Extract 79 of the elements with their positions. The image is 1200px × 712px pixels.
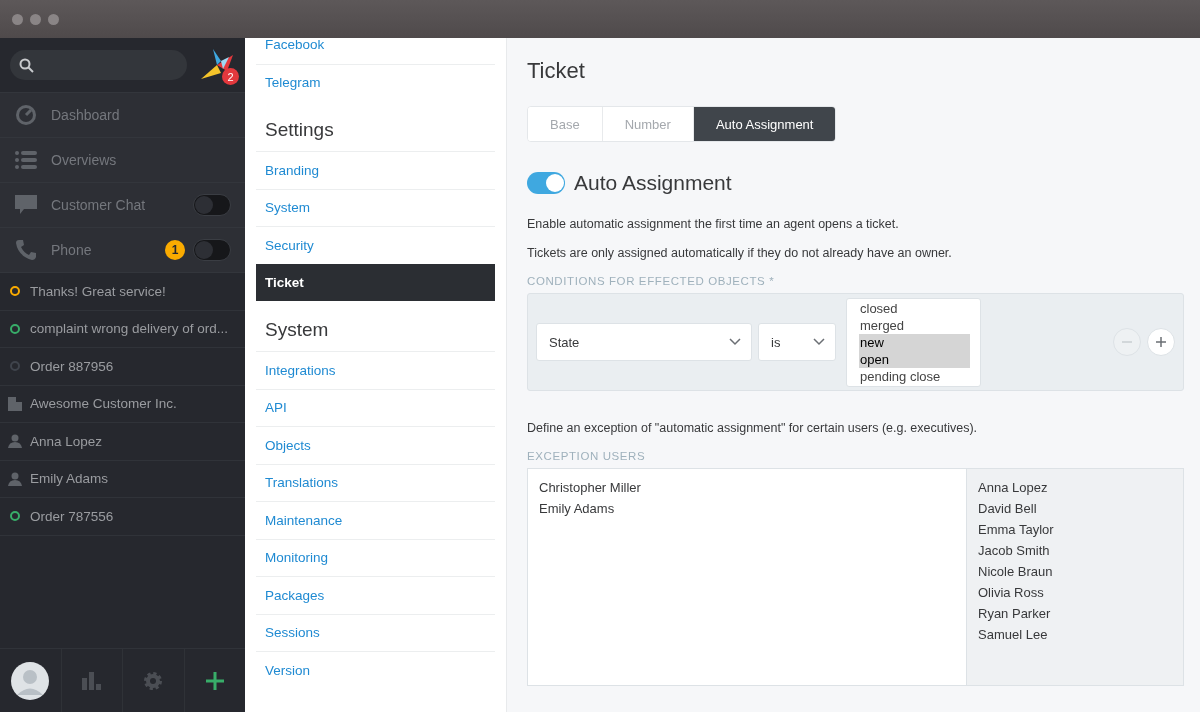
recent-item-link[interactable]: Thanks! Great service! [30,283,166,299]
description-text: Define an exception of "automatic assignment" for certain users (e.g. executives). [527,421,979,435]
description-text: Enable automatic assignment the first time an agent opens a ticket. [527,217,900,231]
user-item[interactable]: David Bell [978,498,1172,519]
nav-item[interactable]: Overviews [0,138,245,183]
settings-nav-item[interactable]: Ticket [256,263,495,301]
description-text: Tickets are only assigned automatically if they do not already have an owner. [527,246,953,260]
page-title: Ticket [527,58,586,84]
user-item[interactable]: Olivia Ross [978,582,1172,603]
nav-item[interactable]: Customer Chat [0,183,245,228]
list-option[interactable]: pending close [859,367,970,385]
recent-item-link[interactable]: Anna Lopez [30,433,103,449]
user-item[interactable]: Christopher Miller [539,477,955,498]
setting-title: Auto Assignment [574,171,732,195]
settings-nav-item[interactable]: Security [256,226,495,264]
settings-nav-item[interactable]: System [256,188,495,226]
user-item[interactable]: Emma Taylor [978,519,1172,540]
settings-nav-item[interactable]: Version [256,651,495,689]
field-label: CONDITIONS FOR EFFECTED OBJECTS * [527,275,776,287]
window-dot[interactable] [48,13,59,25]
notification-badge: 2 [222,68,239,85]
phone-icon [15,239,37,261]
tab[interactable]: Auto Assignment [692,107,836,141]
recent-item-link[interactable]: Awesome Customer Inc. [30,396,177,412]
nav-item[interactable]: Phone 1 [0,228,245,273]
user-item[interactable]: Anna Lopez [978,477,1172,498]
search-field[interactable] [10,50,187,80]
remove-button[interactable] [1113,328,1141,356]
settings-nav-item[interactable]: Packages [256,576,495,614]
recent-item-link[interactable]: Order 787556 [30,508,114,524]
toggle-switch[interactable] [193,239,231,261]
settings-icon[interactable] [143,670,164,691]
building-icon [8,396,22,411]
chat-icon [15,195,37,215]
chevron-down-icon [813,338,825,346]
settings-nav-item[interactable]: Maintenance [256,501,495,539]
bar-chart-icon[interactable] [81,671,102,690]
attribute-select[interactable]: State [536,323,752,361]
user-item[interactable]: Ryan Parker [978,603,1172,624]
operator-select[interactable]: is [758,323,836,361]
search-icon [19,57,34,73]
plus-icon [1156,337,1166,347]
settings-nav-item[interactable]: Objects [256,426,495,464]
list-option[interactable]: merged [859,316,970,334]
list-icon [15,151,37,169]
count-badge: 1 [165,240,185,260]
user-item[interactable]: Emily Adams [539,498,955,519]
window-dot[interactable] [12,13,23,25]
chevron-down-icon [729,338,741,346]
avatar[interactable] [11,661,50,700]
recent-item-link[interactable]: Emily Adams [30,471,109,487]
section-heading: Settings [264,118,335,142]
list-option[interactable]: closed [859,299,970,317]
user-item[interactable]: Jacob Smith [978,540,1172,561]
settings-nav-item[interactable]: Monitoring [256,538,495,576]
settings-nav-item[interactable]: Branding [256,151,495,189]
toggle-switch[interactable] [527,172,565,194]
recent-item-link[interactable]: Order 887956 [30,358,114,374]
recent-item-link[interactable]: complaint wrong delivery of ord... [30,321,229,337]
list-option[interactable]: new [859,333,970,351]
user-item[interactable]: Nicole Braun [978,561,1172,582]
settings-nav-item[interactable]: Integrations [256,351,495,389]
user-item[interactable]: Samuel Lee [978,624,1172,645]
settings-nav-item[interactable]: Telegram [256,63,495,101]
settings-nav-item[interactable]: Sessions [256,613,495,651]
gauge-icon [15,104,37,126]
field-label: EXCEPTION USERS [527,450,647,462]
person-icon [8,471,22,486]
plus-icon[interactable] [205,671,224,690]
add-button[interactable] [1147,328,1175,356]
settings-nav-item[interactable]: API [256,388,495,426]
settings-nav-item[interactable]: Translations [256,463,495,501]
person-icon [8,434,22,449]
settings-nav-item[interactable]: Facebook [256,38,495,64]
values-listbox[interactable]: closed merged new open pending close [846,297,981,387]
section-heading: System [264,318,330,342]
window-dot[interactable] [30,13,41,25]
nav-item[interactable]: Dashboard [0,93,245,138]
toggle-switch[interactable] [193,194,231,216]
